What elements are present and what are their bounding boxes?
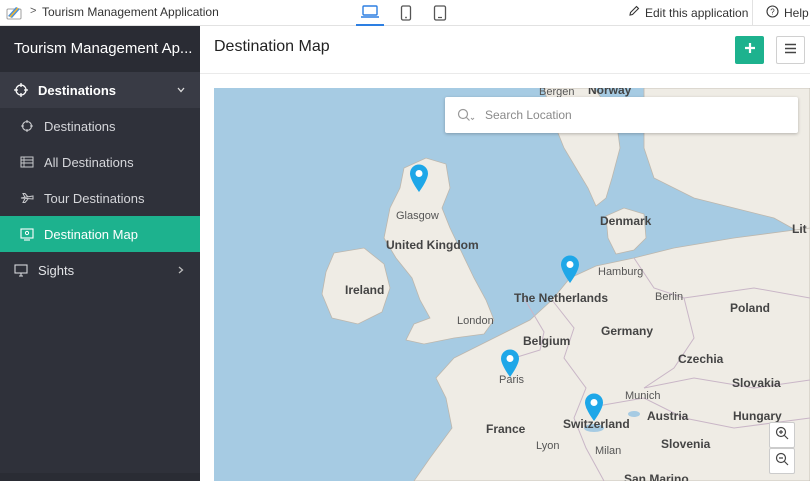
map-label-slovenia: Slovenia bbox=[661, 437, 711, 451]
help-icon: ? bbox=[766, 5, 779, 21]
map-icon bbox=[20, 227, 34, 241]
search-icon bbox=[457, 108, 475, 122]
help-label: Help bbox=[784, 6, 809, 20]
map-label-united-kingdom: United Kingdom bbox=[386, 238, 479, 252]
map-label-san-marino: San Marino bbox=[624, 472, 689, 481]
laptop-icon bbox=[360, 4, 380, 22]
map-pin-icon bbox=[561, 255, 579, 283]
map-pin-switzerland[interactable] bbox=[583, 392, 605, 422]
sidebar-group-destinations[interactable]: Destinations bbox=[0, 72, 200, 108]
map-label-austria: Austria bbox=[647, 409, 689, 423]
map-label-poland: Poland bbox=[730, 301, 771, 315]
breadcrumb-app-name[interactable]: Tourism Management Application bbox=[42, 5, 219, 19]
map-label-glasgow: Glasgow bbox=[396, 210, 439, 222]
map-label-milan: Milan bbox=[595, 445, 622, 457]
sidebar-item-label: Tour Destinations bbox=[44, 190, 145, 206]
map-pin-glasgow[interactable] bbox=[408, 163, 430, 193]
sidebar: Tourism Management Ap... Destinations De… bbox=[0, 26, 200, 481]
search-input[interactable] bbox=[485, 108, 765, 122]
chevron-down-icon bbox=[176, 83, 186, 98]
top-bar: > Tourism Management Application Edit th… bbox=[0, 0, 810, 26]
map-label-netherlands: The Netherlands bbox=[514, 291, 609, 305]
map-label-norway: Norway bbox=[588, 88, 632, 97]
plane-icon bbox=[20, 191, 34, 205]
list-icon bbox=[20, 155, 34, 169]
laptop-preview-button[interactable] bbox=[356, 2, 384, 26]
map-pin-icon bbox=[410, 164, 428, 192]
edit-application-label: Edit this application bbox=[645, 5, 749, 20]
sidebar-group-sights[interactable]: Sights bbox=[0, 252, 200, 288]
map-label-belgium: Belgium bbox=[523, 334, 571, 348]
tablet-preview-button[interactable] bbox=[426, 2, 454, 26]
destination-map[interactable]: Bergen Norway Glasgow Denmark Lit United… bbox=[214, 88, 810, 481]
svg-text:?: ? bbox=[770, 8, 775, 17]
map-label-denmark: Denmark bbox=[600, 214, 652, 228]
edit-application-link[interactable]: Edit this application bbox=[628, 5, 748, 20]
map-pin-icon bbox=[585, 393, 603, 421]
phone-preview-button[interactable] bbox=[392, 2, 420, 26]
map-label-slovakia: Slovakia bbox=[732, 376, 781, 390]
sidebar-footer bbox=[0, 473, 200, 481]
menu-button[interactable] bbox=[776, 36, 805, 64]
zoom-out-icon bbox=[775, 452, 789, 471]
sidebar-item-label: Destinations bbox=[44, 118, 116, 134]
map-label-london: London bbox=[457, 315, 494, 327]
map-label-france: France bbox=[486, 422, 526, 436]
app-logo-icon[interactable] bbox=[6, 5, 24, 20]
main-content: Destination Map Bergen Norway Glasgow De… bbox=[200, 26, 810, 481]
map-pin-netherlands[interactable] bbox=[559, 254, 581, 284]
topbar-divider bbox=[752, 0, 753, 26]
map-label-hungary: Hungary bbox=[733, 409, 782, 423]
plus-icon bbox=[744, 41, 756, 59]
monitor-icon bbox=[14, 263, 28, 277]
zoom-in-button[interactable] bbox=[769, 422, 795, 448]
location-search-box[interactable] bbox=[445, 97, 798, 133]
map-label-munich: Munich bbox=[625, 390, 661, 402]
pencil-icon bbox=[628, 5, 640, 20]
sidebar-item-destinations[interactable]: Destinations bbox=[0, 108, 200, 144]
map-label-czechia: Czechia bbox=[678, 352, 724, 366]
sidebar-item-label: All Destinations bbox=[44, 154, 134, 170]
phone-icon bbox=[400, 4, 412, 24]
zoom-in-icon bbox=[775, 426, 789, 445]
map-label-berlin: Berlin bbox=[655, 291, 684, 303]
header-divider bbox=[200, 73, 810, 74]
breadcrumb-separator: > bbox=[30, 5, 37, 17]
sidebar-app-title[interactable]: Tourism Management Ap... bbox=[0, 26, 200, 72]
zoom-out-button[interactable] bbox=[769, 448, 795, 474]
crosshair-icon bbox=[14, 83, 28, 97]
tablet-icon bbox=[433, 4, 447, 24]
crosshair-icon bbox=[20, 119, 34, 133]
sidebar-item-all-destinations[interactable]: All Destinations bbox=[0, 144, 200, 180]
hamburger-icon bbox=[784, 41, 797, 59]
sidebar-item-label: Destination Map bbox=[44, 226, 138, 242]
sidebar-group-label: Sights bbox=[38, 262, 75, 278]
map-pin-icon bbox=[501, 349, 519, 377]
map-label-germany: Germany bbox=[601, 324, 654, 338]
map-label-lyon: Lyon bbox=[536, 440, 560, 452]
map-label-ireland: Ireland bbox=[345, 283, 385, 297]
page-title: Destination Map bbox=[214, 38, 330, 55]
sidebar-group-label: Destinations bbox=[38, 82, 117, 98]
map-label-hamburg: Hamburg bbox=[598, 266, 644, 278]
add-button[interactable] bbox=[735, 36, 764, 64]
map-pin-paris[interactable] bbox=[499, 348, 521, 378]
sidebar-item-tour-destinations[interactable]: Tour Destinations bbox=[0, 180, 200, 216]
sidebar-item-destination-map[interactable]: Destination Map bbox=[0, 216, 200, 252]
chevron-right-icon bbox=[176, 263, 186, 278]
help-link[interactable]: ? Help bbox=[766, 5, 809, 21]
map-label-lit: Lit bbox=[792, 222, 807, 236]
